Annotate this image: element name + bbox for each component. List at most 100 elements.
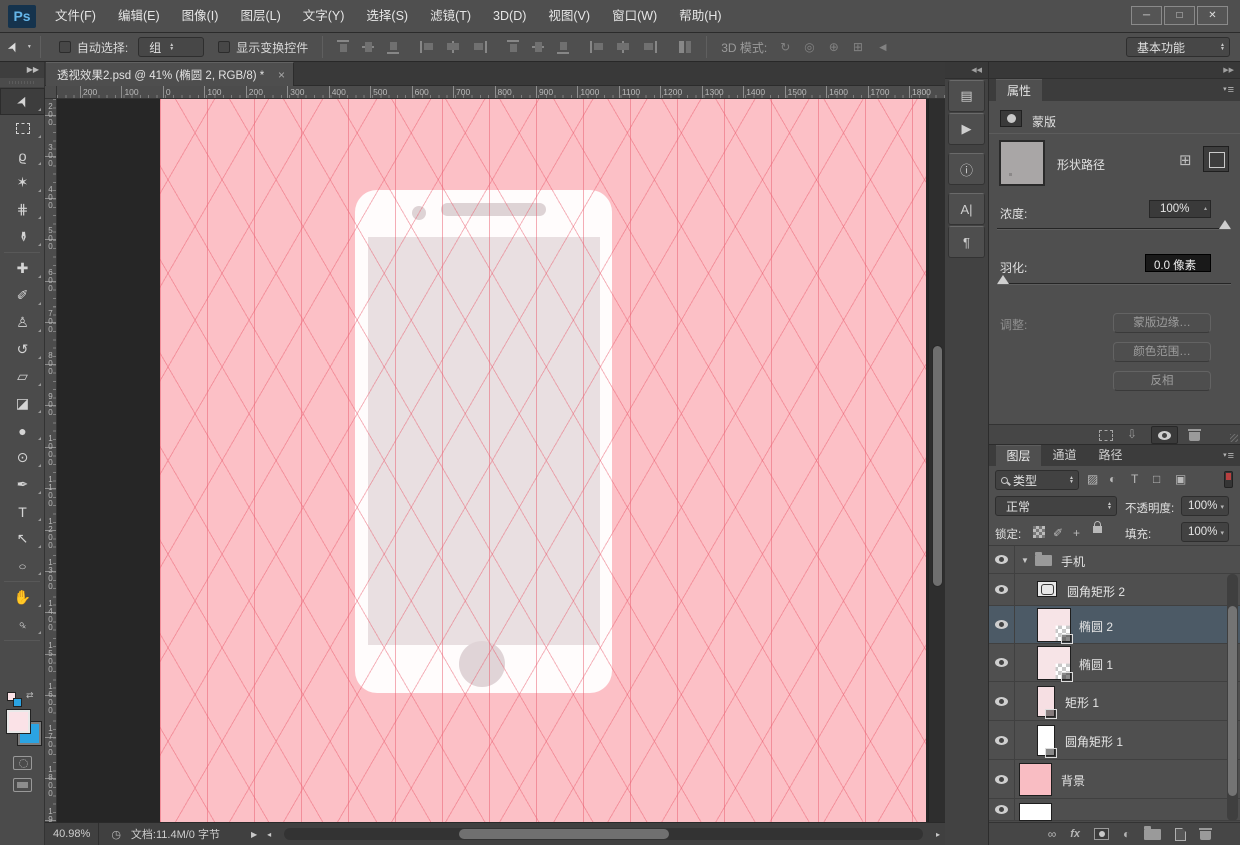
hscroll-right-arrow[interactable]: ▸	[936, 830, 940, 839]
lock-transparency-icon[interactable]	[1033, 526, 1045, 538]
menu-item-5[interactable]: 选择(S)	[355, 0, 419, 33]
layer-thumbnail[interactable]	[1019, 803, 1052, 821]
filter-adjustment-layers-icon[interactable]: ◐	[1109, 472, 1116, 486]
distribute-button-3[interactable]	[590, 40, 607, 54]
distribute-button-1[interactable]	[530, 40, 547, 54]
zoom-tool[interactable]: ♀	[0, 611, 45, 638]
visibility-eye-icon[interactable]	[995, 620, 1008, 629]
auto-select-checkbox[interactable]	[59, 41, 71, 53]
3d-drag-icon[interactable]: ⊕	[829, 40, 839, 54]
layers-scrollbar-thumb[interactable]	[1228, 606, 1237, 796]
tab-layers[interactable]: 图层	[996, 445, 1041, 466]
panel-resize-grip[interactable]	[1230, 434, 1238, 442]
menu-item-4[interactable]: 文字(Y)	[292, 0, 356, 33]
default-background-swatch[interactable]	[13, 698, 22, 707]
layer-row-椭圆 2[interactable]: 椭圆 2	[989, 606, 1240, 644]
invert-button[interactable]: 反相	[1113, 371, 1211, 391]
distribute-button-2[interactable]	[555, 40, 572, 54]
minimize-button[interactable]: ─	[1131, 6, 1162, 25]
clone-stamp-tool[interactable]: ♙	[0, 309, 45, 336]
visibility-eye-icon[interactable]	[995, 658, 1008, 667]
horizontal-scrollbar[interactable]	[284, 828, 923, 840]
type-tool[interactable]: T	[0, 498, 45, 525]
opacity-value-dropdown[interactable]: 100%	[1181, 496, 1229, 516]
add-pixel-mask-icon[interactable]: ⊞	[1179, 151, 1192, 169]
vector-mask-button[interactable]	[1203, 146, 1229, 172]
actions-panel-icon[interactable]: ▶	[948, 113, 985, 145]
panel-menu-icon[interactable]: ≡	[1223, 84, 1234, 96]
fill-value-dropdown[interactable]: 100%	[1181, 522, 1229, 542]
screen-mode-button[interactable]	[13, 778, 32, 792]
adjustment-layer-icon[interactable]: ◐	[1123, 827, 1130, 841]
paint-bucket-tool[interactable]: ◪	[0, 390, 45, 417]
new-layer-icon[interactable]	[1175, 828, 1186, 841]
density-slider-knob[interactable]	[1219, 220, 1231, 229]
hand-tool[interactable]: ✋	[0, 584, 45, 611]
menu-item-10[interactable]: 帮助(H)	[668, 0, 732, 33]
layer-row-椭圆 1[interactable]: 椭圆 1	[989, 644, 1240, 682]
mask-visibility-button[interactable]	[1151, 426, 1178, 444]
filter-shape-layers-icon[interactable]: □	[1153, 472, 1160, 486]
vertical-ruler[interactable]: 2003004005006007008009001000110012001300…	[45, 99, 57, 822]
spot-healing-brush-tool[interactable]: ✚	[0, 255, 45, 282]
feather-slider[interactable]	[997, 283, 1231, 285]
quick-selection-tool[interactable]: ✶	[0, 169, 45, 196]
layer-row-手机[interactable]: ▼手机	[989, 546, 1240, 574]
visibility-eye-icon[interactable]	[995, 736, 1008, 745]
align-button-4[interactable]	[445, 40, 462, 54]
tab-channels[interactable]: 通道	[1042, 445, 1087, 466]
vector-mask-thumbnail[interactable]	[1037, 581, 1057, 597]
mask-edge-button[interactable]: 蒙版边缘…	[1113, 313, 1211, 333]
density-value-field[interactable]: 100%	[1149, 200, 1211, 218]
layer-row-圆角矩形 2[interactable]: 圆角矩形 2	[989, 574, 1240, 606]
3d-slide-icon[interactable]: ⊞	[853, 40, 863, 54]
3d-roll-icon[interactable]: ◎	[804, 40, 814, 54]
tool-preset-caret[interactable]: ▼	[27, 45, 32, 49]
close-button[interactable]: ✕	[1197, 6, 1228, 25]
toolbar-grip[interactable]	[0, 78, 44, 88]
canvas-document[interactable]	[160, 99, 926, 822]
align-button-5[interactable]	[470, 40, 487, 54]
pen-tool[interactable]: ✒	[0, 471, 45, 498]
swap-colors-icon[interactable]: ⇄	[26, 690, 34, 701]
paragraph-panel-icon[interactable]: ¶	[948, 226, 985, 258]
layers-scrollbar[interactable]	[1227, 574, 1238, 821]
zoom-level-field[interactable]: 40.98%	[45, 823, 99, 845]
link-layers-icon[interactable]: ∞	[1048, 827, 1057, 841]
info-panel-icon[interactable]: ⓘ	[948, 153, 985, 185]
foreground-color-swatch[interactable]	[7, 710, 30, 733]
path-selection-tool[interactable]: ↖	[0, 525, 45, 552]
maximize-button[interactable]: □	[1164, 6, 1195, 25]
menu-item-3[interactable]: 图层(L)	[229, 0, 291, 33]
menu-item-2[interactable]: 图像(I)	[171, 0, 230, 33]
layer-thumbnail[interactable]	[1037, 646, 1071, 680]
filter-type-dropdown[interactable]: 类型 ▲ ▼	[995, 470, 1079, 490]
expand-dock-icon[interactable]: ◀◀	[945, 62, 988, 79]
align-button-0[interactable]	[335, 40, 352, 54]
menu-item-7[interactable]: 3D(D)	[482, 0, 537, 33]
dodge-tool[interactable]: ⊙	[0, 444, 45, 471]
distribute-button-0[interactable]	[505, 40, 522, 54]
align-button-1[interactable]	[360, 40, 377, 54]
visibility-eye-icon[interactable]	[995, 805, 1008, 814]
layer-row-矩形 1[interactable]: 矩形 1	[989, 682, 1240, 721]
group-expand-triangle[interactable]: ▼	[1021, 556, 1029, 565]
layer-thumbnail[interactable]	[1037, 608, 1071, 642]
document-tab[interactable]: 透视效果2.psd @ 41% (椭圆 2, RGB/8) * ×	[46, 62, 294, 86]
menu-item-8[interactable]: 视图(V)	[537, 0, 601, 33]
layer-row-背景[interactable]: 背景	[989, 760, 1240, 799]
character-panel-icon[interactable]: A|	[948, 193, 985, 225]
crop-tool[interactable]: ⋕	[0, 196, 45, 223]
layer-row-partial[interactable]	[989, 799, 1240, 821]
vertical-scrollbar-thumb[interactable]	[932, 345, 943, 587]
hscroll-left-arrow[interactable]: ◂	[267, 830, 271, 839]
eyedropper-tool[interactable]: ✒	[0, 223, 45, 250]
layer-row-圆角矩形 1[interactable]: 圆角矩形 1	[989, 721, 1240, 760]
workspace-switcher[interactable]: 基本功能 ▲ ▼	[1126, 37, 1230, 57]
blur-tool[interactable]: ●	[0, 417, 45, 444]
load-selection-icon[interactable]	[1099, 430, 1113, 441]
feather-value-field[interactable]: 0.0 像素	[1145, 254, 1211, 272]
align-button-2[interactable]	[385, 40, 402, 54]
filter-enable-toggle[interactable]	[1224, 471, 1233, 488]
ellipse-tool[interactable]: ○	[0, 552, 45, 579]
